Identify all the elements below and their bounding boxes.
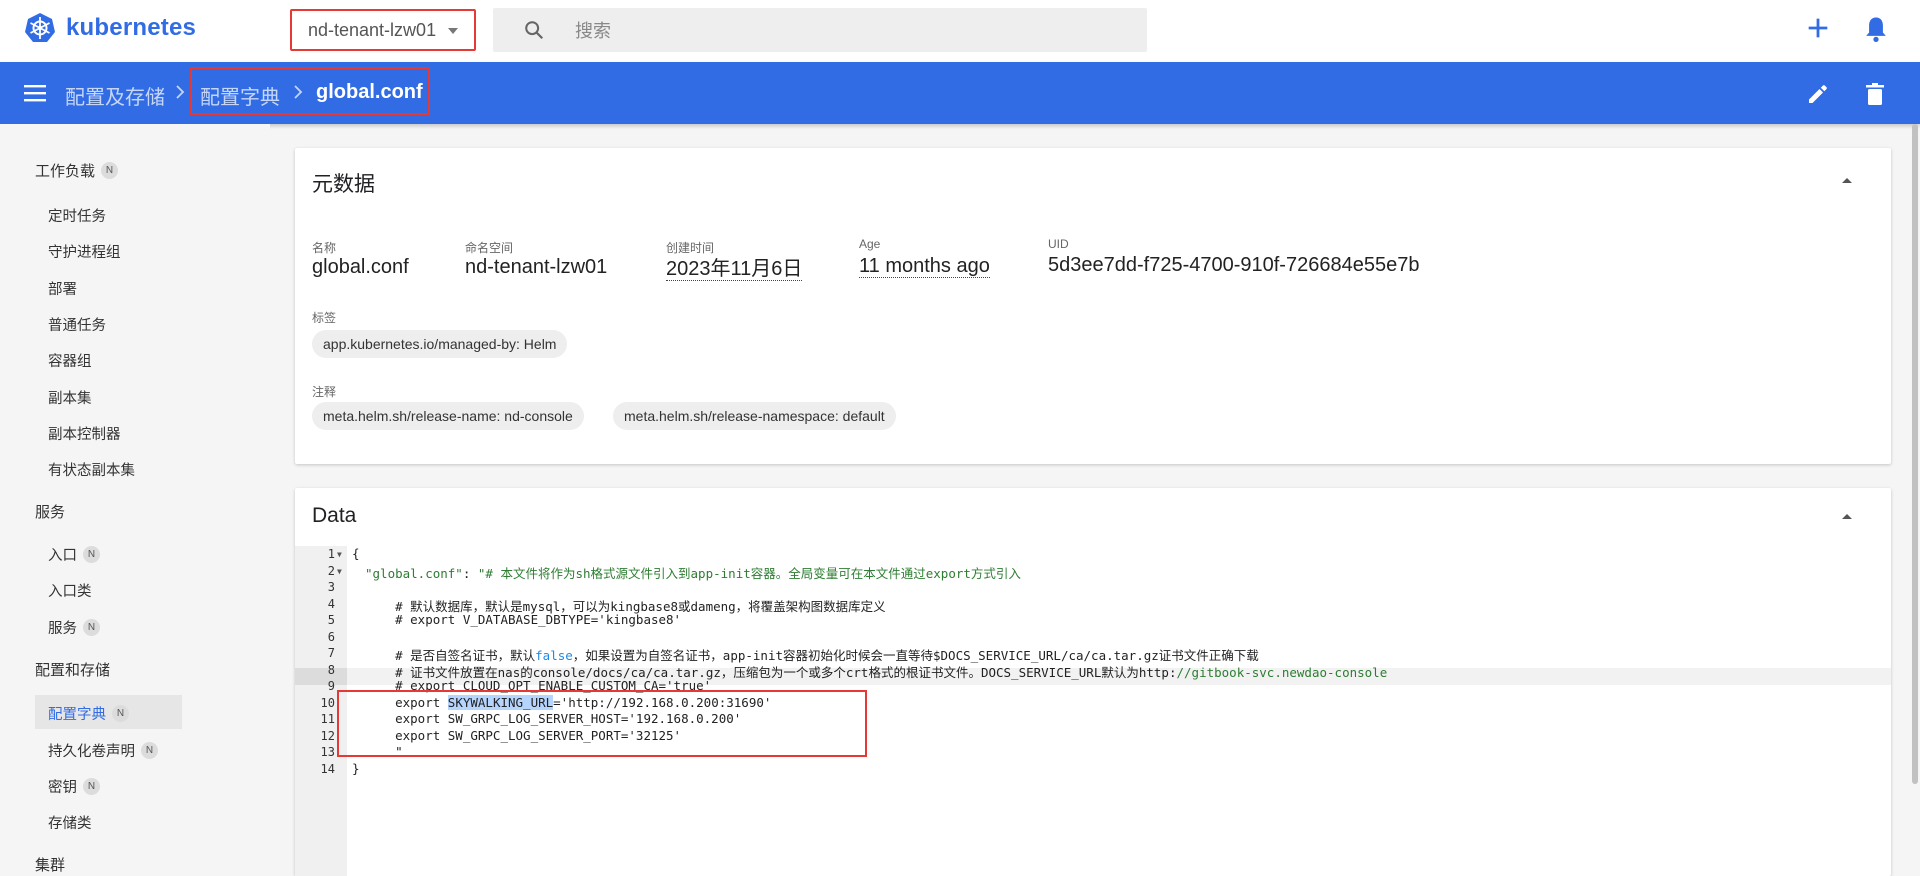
- page-scrollbar[interactable]: [1912, 124, 1918, 784]
- sidebar-item-label: 入口类: [48, 584, 92, 600]
- metadata-card: 元数据 名称 global.conf 命名空间 nd-tenant-lzw01 …: [295, 148, 1891, 464]
- sidebar-group-label: 集群: [35, 857, 66, 874]
- sidebar-item-ingress-classes[interactable]: 入口类: [48, 580, 92, 601]
- name-label: 名称: [312, 241, 337, 255]
- sidebar-item-services[interactable]: 服务 N: [48, 617, 100, 638]
- chevron-up-icon[interactable]: [1841, 512, 1853, 520]
- highlight-box: [190, 67, 430, 115]
- sidebar-item-label: 密钥: [48, 780, 77, 796]
- annotation-chip: meta.helm.sh/release-namespace: default: [613, 402, 896, 430]
- sidebar-item-jobs[interactable]: 普通任务: [48, 314, 106, 335]
- chevron-right-icon: [176, 85, 185, 99]
- sidebar: [0, 124, 270, 876]
- metadata-title: 元数据: [312, 173, 375, 196]
- sidebar-item-persistent-volume-claims[interactable]: 持久化卷声明 N: [48, 740, 158, 761]
- sidebar-item-statefulsets[interactable]: 有状态副本集: [48, 459, 135, 480]
- sidebar-item-label: 入口: [48, 548, 77, 564]
- breadcrumb-bar: 配置及存储 配置字典 global.conf: [0, 62, 1920, 124]
- code-comment-url: //gitbook-svc.newdao-console: [1176, 664, 1388, 680]
- code-colon: :: [462, 565, 478, 581]
- search-bar[interactable]: 搜索: [493, 8, 1147, 52]
- sidebar-item-replication-controllers[interactable]: 副本控制器: [48, 423, 121, 444]
- namespace-value: nd-tenant-lzw01: [465, 256, 608, 278]
- uid-label: UID: [1048, 237, 1069, 251]
- sidebar-item-label: 存储类: [48, 816, 92, 832]
- code-line: {: [352, 546, 360, 561]
- new-badge: N: [141, 742, 158, 759]
- namespace-selector-value: nd-tenant-lzw01: [308, 19, 437, 40]
- sidebar-group-label: 工作负载: [35, 163, 96, 180]
- sidebar-group-label: 配置和存储: [35, 662, 111, 679]
- label-chip: app.kubernetes.io/managed-by: Helm: [312, 330, 568, 358]
- sidebar-item-configmaps[interactable]: 配置字典 N: [48, 703, 129, 724]
- age-value[interactable]: 11 months ago: [859, 255, 990, 278]
- sidebar-item-secrets[interactable]: 密钥 N: [48, 776, 100, 797]
- sidebar-item-label: 服务: [48, 621, 77, 637]
- new-badge: N: [83, 778, 100, 795]
- chevron-down-icon: [448, 28, 458, 34]
- labels-title: 标签: [312, 311, 337, 325]
- kubernetes-logo-icon: [25, 13, 55, 42]
- breadcrumb-config-storage[interactable]: 配置及存储: [65, 81, 165, 110]
- sidebar-item-cronjobs[interactable]: 定时任务: [48, 205, 106, 226]
- code-content[interactable]: { "global.conf": "# 本文件将作为sh格式源文件引入到app-…: [295, 546, 1891, 876]
- code-value: "# 本文件将作为sh格式源文件引入到app-init容器。全局变量可在本文件通…: [477, 565, 1021, 581]
- created-value[interactable]: 2023年11月6日: [666, 258, 803, 281]
- sidebar-group-services[interactable]: 服务: [35, 501, 65, 522]
- new-badge: N: [112, 705, 129, 722]
- sidebar-group-label: 服务: [35, 504, 66, 521]
- highlight-box: [337, 690, 867, 757]
- name-value: global.conf: [312, 256, 409, 278]
- menu-icon[interactable]: [24, 84, 46, 102]
- new-badge: N: [83, 619, 100, 636]
- data-title: Data: [312, 504, 357, 527]
- age-label: Age: [859, 237, 881, 251]
- created-label: 创建时间: [666, 241, 715, 255]
- new-badge: N: [83, 546, 100, 563]
- annotation-chip: meta.helm.sh/release-name: nd-console: [312, 402, 584, 430]
- namespace-selector[interactable]: nd-tenant-lzw01: [290, 9, 476, 51]
- sidebar-item-label: 配置字典: [48, 707, 106, 723]
- sidebar-item-storage-classes[interactable]: 存储类: [48, 812, 92, 833]
- delete-trash-icon[interactable]: [1864, 82, 1886, 106]
- add-resource-icon[interactable]: [1804, 14, 1832, 42]
- namespace-label: 命名空间: [465, 241, 514, 255]
- sidebar-item-ingresses[interactable]: 入口 N: [48, 544, 100, 565]
- code-line: }: [352, 760, 360, 776]
- chevron-up-icon[interactable]: [1841, 176, 1853, 184]
- top-bar: kubernetes nd-tenant-lzw01 搜索: [0, 0, 1920, 62]
- sidebar-item-pods[interactable]: 容器组: [48, 350, 92, 371]
- sidebar-group-config-storage[interactable]: 配置和存储: [35, 659, 110, 680]
- search-input[interactable]: 搜索: [575, 17, 611, 43]
- sidebar-item-deployments[interactable]: 部署: [48, 278, 77, 299]
- sidebar-item-daemonsets[interactable]: 守护进程组: [48, 241, 121, 262]
- sidebar-item-label: 持久化卷声明: [48, 744, 135, 760]
- edit-pencil-icon[interactable]: [1806, 82, 1830, 106]
- code-line: # export V_DATABASE_DBTYPE='kingbase8': [365, 612, 682, 627]
- code-line: "global.conf": "# 本文件将作为sh格式源文件引入到app-in…: [365, 563, 1021, 582]
- sidebar-item-replicasets[interactable]: 副本集: [48, 387, 92, 408]
- new-badge: N: [101, 162, 119, 179]
- app-logo[interactable]: kubernetes: [24, 12, 196, 44]
- sidebar-group-workloads[interactable]: 工作负载 N: [35, 160, 119, 181]
- search-icon: [525, 21, 544, 40]
- uid-value: 5d3ee7dd-f725-4700-910f-726684e55e7b: [1048, 254, 1420, 276]
- annotations-title: 注释: [312, 385, 337, 399]
- app-name: kubernetes: [66, 14, 197, 41]
- notifications-bell-icon[interactable]: [1862, 14, 1890, 44]
- code-key: "global.conf": [365, 565, 463, 581]
- sidebar-group-cluster[interactable]: 集群: [35, 854, 65, 875]
